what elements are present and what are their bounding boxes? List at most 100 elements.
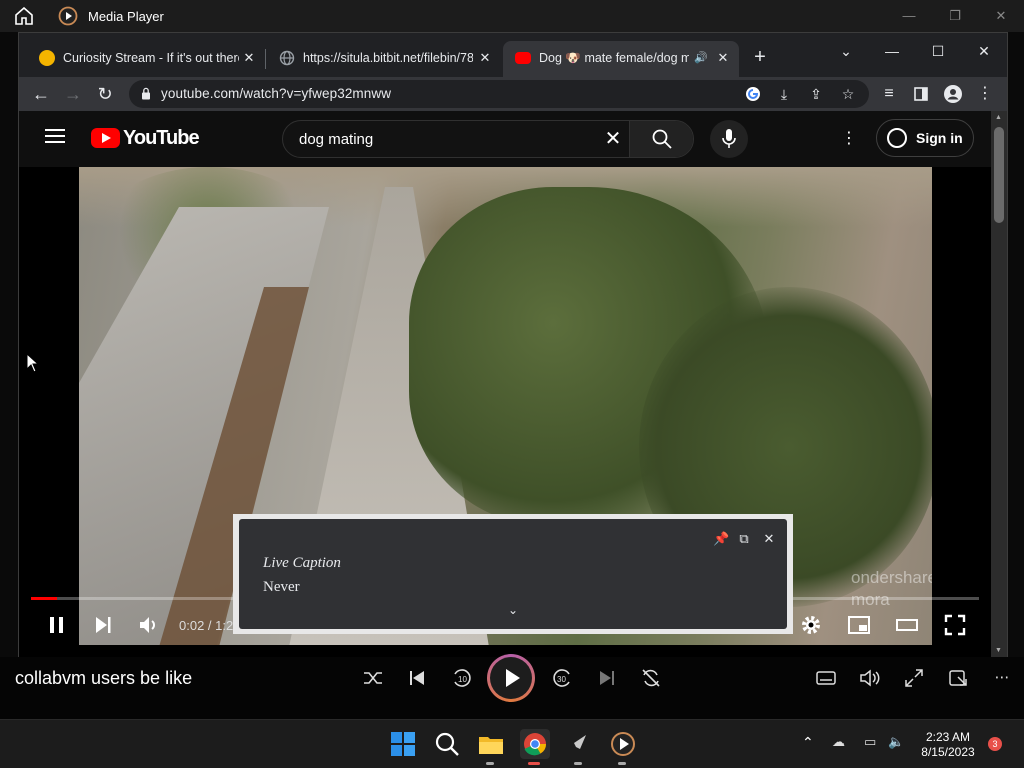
pin-icon[interactable]: 📌 bbox=[713, 531, 729, 547]
show-hidden-icons-chevron-icon[interactable]: ⌃ bbox=[802, 734, 814, 751]
share-icon[interactable]: ⇪ bbox=[807, 85, 825, 103]
notification-badge[interactable]: 3 bbox=[988, 737, 1002, 751]
youtube-logo-text: YouTube bbox=[123, 127, 200, 149]
tab-youtube-active[interactable]: Dog 🐶 mate female/dog m 🔊 ✕ bbox=[503, 41, 739, 77]
theater-mode-icon[interactable] bbox=[895, 613, 919, 637]
kebab-menu-icon[interactable]: ⋮ bbox=[973, 82, 997, 106]
fullscreen-icon[interactable] bbox=[902, 667, 926, 689]
running-indicator bbox=[486, 762, 494, 765]
next-video-icon[interactable] bbox=[91, 613, 115, 637]
live-caption-title: Live Caption bbox=[263, 555, 341, 571]
clock-date: 8/15/2023 bbox=[921, 745, 975, 759]
file-explorer-icon[interactable] bbox=[476, 729, 506, 765]
address-bar[interactable]: youtube.com/watch?v=yfwep32mnww ⤓ ⇪ ☆ bbox=[129, 80, 869, 108]
browser-close-icon[interactable]: ✕ bbox=[969, 39, 999, 63]
page-scrollbar[interactable]: ▲ ▼ bbox=[991, 111, 1007, 657]
skip-back-10-icon[interactable]: 10 bbox=[449, 667, 473, 689]
repeat-off-icon[interactable] bbox=[639, 667, 663, 689]
shuffle-icon[interactable] bbox=[361, 667, 385, 689]
search-icon bbox=[652, 129, 672, 149]
side-panel-icon[interactable] bbox=[909, 82, 933, 106]
svg-text:10: 10 bbox=[458, 675, 467, 684]
chrome-icon[interactable] bbox=[520, 729, 550, 765]
system-clock[interactable]: 2:23 AM 8/15/2023 bbox=[908, 730, 988, 760]
onedrive-cloud-icon[interactable]: ☁ bbox=[832, 734, 845, 750]
tab-label: https://situla.bitbit.net/filebin/78 bbox=[303, 51, 473, 65]
new-tab-button[interactable]: + bbox=[751, 47, 769, 67]
hamburger-menu-icon[interactable] bbox=[45, 129, 65, 145]
previous-track-icon[interactable] bbox=[405, 667, 429, 689]
tab-search-chevron-icon[interactable]: ⌄ bbox=[831, 39, 861, 63]
youtube-favicon-icon bbox=[515, 52, 531, 64]
search-button[interactable] bbox=[629, 121, 693, 157]
play-icon bbox=[490, 657, 532, 699]
clear-search-icon[interactable]: ✕ bbox=[603, 129, 623, 149]
youtube-play-logo-icon bbox=[91, 128, 120, 148]
settings-gear-icon[interactable] bbox=[799, 613, 823, 637]
media-player-title: Media Player bbox=[88, 9, 164, 24]
tab-close-icon[interactable]: ✕ bbox=[477, 50, 493, 66]
media-player-taskbar-icon[interactable] bbox=[608, 729, 638, 765]
profile-icon[interactable] bbox=[941, 82, 965, 106]
tab-audio-icon[interactable]: 🔊 bbox=[693, 50, 709, 66]
miniplayer-icon[interactable] bbox=[847, 613, 871, 637]
search-input[interactable]: dog mating bbox=[299, 131, 373, 148]
scroll-up-arrow-icon[interactable]: ▲ bbox=[995, 114, 1003, 121]
tab-label: Dog 🐶 mate female/dog m bbox=[539, 51, 689, 65]
tab-label: Curiosity Stream - If it's out there bbox=[63, 51, 239, 65]
live-caption-panel[interactable]: 📌 ⧉ ✕ Live Caption Never ⌄ bbox=[233, 514, 793, 634]
settings-more-icon[interactable]: ⋮ bbox=[841, 129, 857, 149]
youtube-search-box[interactable]: dog mating ✕ bbox=[282, 120, 694, 158]
forward-arrow-icon[interactable]: → bbox=[61, 82, 85, 106]
bookmark-star-icon[interactable]: ☆ bbox=[839, 85, 857, 103]
browser-minimize-icon[interactable]: — bbox=[877, 39, 907, 63]
windows-start-icon[interactable] bbox=[388, 729, 418, 759]
time-display: 0:02 / 1:2 bbox=[179, 618, 234, 633]
next-track-icon[interactable] bbox=[595, 667, 619, 689]
caption-close-icon[interactable]: ✕ bbox=[761, 531, 777, 547]
minimize-icon[interactable]: — bbox=[899, 6, 919, 26]
sign-in-label: Sign in bbox=[916, 130, 963, 146]
media-controls-icon[interactable]: ≡ bbox=[877, 82, 901, 106]
tab-curiosity-stream[interactable]: Curiosity Stream - If it's out there ✕ bbox=[27, 41, 263, 77]
running-indicator bbox=[618, 762, 626, 765]
reload-icon[interactable]: ↻ bbox=[93, 82, 117, 106]
home-icon[interactable] bbox=[14, 7, 34, 25]
voice-search-button[interactable] bbox=[710, 120, 748, 158]
live-caption-text: Never bbox=[263, 579, 300, 595]
tab-close-icon[interactable]: ✕ bbox=[241, 50, 257, 66]
sign-in-button[interactable]: Sign in bbox=[876, 119, 974, 157]
watermark-line: ondershare bbox=[851, 568, 932, 587]
tab-filebin[interactable]: https://situla.bitbit.net/filebin/78 ✕ bbox=[267, 41, 499, 77]
url-text[interactable]: youtube.com/watch?v=yfwep32mnww bbox=[161, 86, 391, 101]
miniplayer-icon[interactable] bbox=[814, 667, 838, 689]
lock-icon[interactable] bbox=[141, 87, 151, 100]
close-icon[interactable]: ✕ bbox=[991, 6, 1011, 26]
skip-forward-30-icon[interactable]: 30 bbox=[551, 667, 575, 689]
back-arrow-icon[interactable]: ← bbox=[29, 82, 53, 106]
tab-close-icon[interactable]: ✕ bbox=[715, 50, 731, 66]
volume-icon[interactable] bbox=[858, 667, 882, 689]
fullscreen-icon[interactable] bbox=[943, 613, 967, 637]
globe-icon bbox=[279, 50, 295, 66]
network-icon[interactable]: ▭ bbox=[864, 734, 876, 750]
caption-settings-icon[interactable]: ⧉ bbox=[736, 531, 752, 547]
browser-toolbar: ← → ↻ youtube.com/watch?v=yfwep32mnww ⤓ … bbox=[19, 77, 1007, 111]
install-app-icon[interactable]: ⤓ bbox=[775, 85, 793, 103]
tab-strip: Curiosity Stream - If it's out there ✕ h… bbox=[19, 33, 1007, 77]
browser-maximize-icon[interactable]: ☐ bbox=[923, 39, 953, 63]
expand-chevron-icon[interactable]: ⌄ bbox=[505, 603, 521, 619]
restore-icon[interactable]: ❐ bbox=[945, 6, 965, 26]
scrollbar-thumb[interactable] bbox=[994, 127, 1004, 223]
volume-icon[interactable] bbox=[137, 613, 161, 637]
compact-overlay-icon[interactable] bbox=[946, 667, 970, 689]
scroll-down-arrow-icon[interactable]: ▼ bbox=[995, 647, 1003, 654]
google-lens-icon[interactable] bbox=[744, 85, 762, 103]
app-rocket-icon[interactable] bbox=[564, 729, 594, 765]
more-options-icon[interactable]: ⋯ bbox=[990, 667, 1014, 689]
tab-divider bbox=[265, 49, 266, 69]
search-icon[interactable] bbox=[432, 729, 462, 759]
speaker-icon[interactable]: 🔈 bbox=[888, 734, 904, 750]
play-button[interactable] bbox=[487, 654, 535, 702]
pause-icon[interactable] bbox=[45, 613, 69, 637]
